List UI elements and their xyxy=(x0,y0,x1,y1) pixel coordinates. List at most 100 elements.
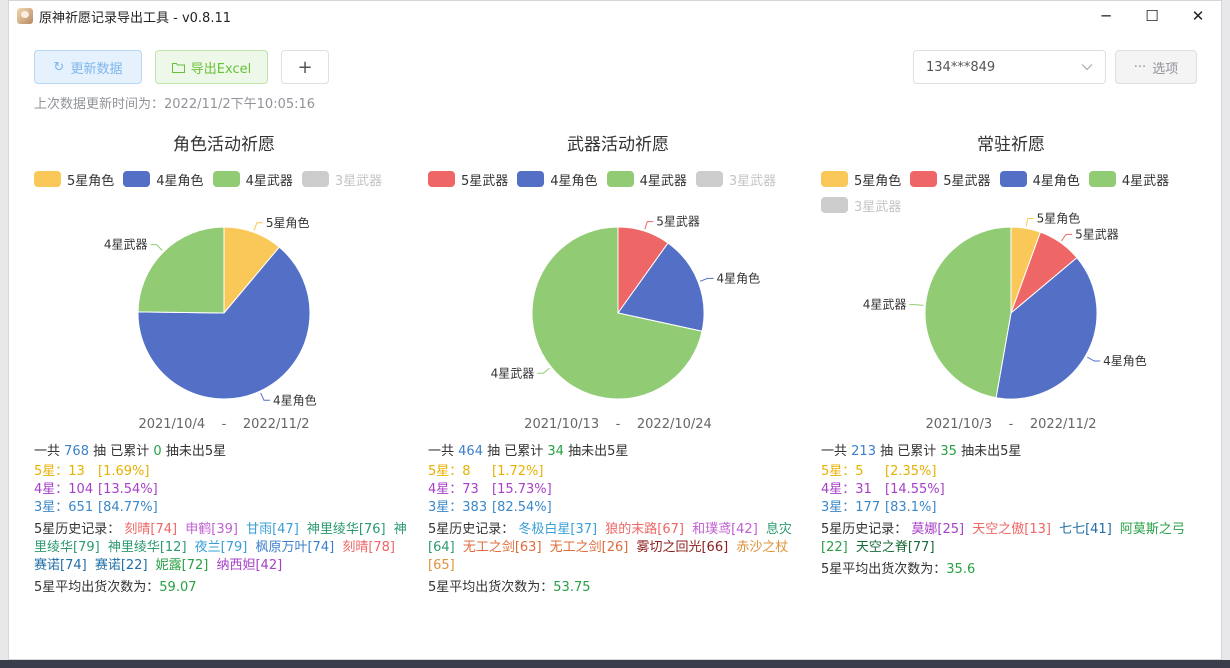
label-line xyxy=(644,221,654,230)
star3-pct: [84.77%] xyxy=(98,500,158,515)
legend-item[interactable]: 4星角色 xyxy=(999,170,1080,189)
history-entry: 无工之剑[26] xyxy=(549,540,629,555)
label-line xyxy=(1086,356,1101,362)
legend-label: 4星武器 xyxy=(639,173,687,189)
legend-item[interactable]: 4星武器 xyxy=(1088,170,1169,189)
history-entry: 甘雨[47] xyxy=(246,522,299,537)
date-range: 2021/10/3 - 2022/11/2 xyxy=(821,417,1201,432)
history-entry: 纳西妲[42] xyxy=(216,558,283,573)
star5-pct: [1.72%] xyxy=(492,464,544,479)
legend-swatch xyxy=(517,171,545,187)
legend-item[interactable]: 4星武器 xyxy=(212,170,293,189)
slice-label: 4星武器 xyxy=(863,298,907,312)
export-excel-button[interactable]: 导出Excel xyxy=(155,50,268,84)
legend-swatch xyxy=(999,171,1027,187)
history-entry: 神里绫华[12] xyxy=(107,540,187,555)
window-controls: ─ ☐ ✕ xyxy=(1083,1,1221,31)
average-value: 35.6 xyxy=(946,562,976,577)
more-icon: ··· xyxy=(1133,59,1147,75)
legend-item[interactable]: 3星武器 xyxy=(301,170,382,189)
panel-weapon-event: 武器活动祈愿 5星武器 4星角色 4星武器 3星武器 5星武器 4星角色 4星武器 202… xyxy=(428,126,808,596)
history-entry: 申鹤[39] xyxy=(185,522,238,537)
legend-swatch xyxy=(695,171,723,187)
star4-count: 4星：31 xyxy=(821,482,872,497)
pie-chart: 5星武器 4星角色 4星武器 xyxy=(491,215,761,400)
history-entry: 莫娜[25] xyxy=(911,522,965,537)
minimize-button[interactable]: ─ xyxy=(1083,1,1129,31)
label-line xyxy=(699,277,714,282)
stats: 一共 464 抽 已累计 34 抽未出5星 5星：8 [1.72%] 4星：73 [… xyxy=(428,443,810,597)
star5-pct: [1.69%] xyxy=(98,464,150,479)
chevron-down-icon xyxy=(1081,64,1093,71)
pie-slice[interactable] xyxy=(137,226,225,314)
pie-slice[interactable] xyxy=(924,226,1012,399)
panel-title: 常驻祈愿 xyxy=(977,135,1045,155)
legend-label: 5星武器 xyxy=(943,173,991,189)
star4-count: 4星：73 xyxy=(428,482,479,497)
history-entry: 夜兰[79] xyxy=(194,540,248,555)
legend-item[interactable]: 4星角色 xyxy=(517,170,598,189)
history-entry: 和璞鸢[42] xyxy=(692,522,758,537)
total-mid: 抽 已累计 xyxy=(93,444,150,459)
history-list: 5星历史记录： 冬极白星[37] 狼的末路[67] 和璞鸢[42] 息灾[64]… xyxy=(428,521,810,575)
star5-line: 5星：5 [2.35%] xyxy=(821,463,1203,481)
legend-item[interactable]: 5星角色 xyxy=(34,170,115,189)
slice-label: 5星角色 xyxy=(266,216,310,230)
slice-label: 4星角色 xyxy=(273,393,317,406)
label-line xyxy=(537,367,550,374)
desktop-background-right xyxy=(1222,0,1230,668)
legend-item[interactable]: 5星武器 xyxy=(428,170,508,189)
legend-item[interactable]: 3星武器 xyxy=(695,170,776,189)
app-window: 原神祈愿记录导出工具 - v0.8.11 ─ ☐ ✕ ↻ 更新数据 导出Exce… xyxy=(8,0,1222,660)
history-entry: 天空之傲[13] xyxy=(972,522,1051,537)
star5-line: 5星：13 [1.69%] xyxy=(34,463,416,481)
total-line: 一共 768 抽 已累计 0 抽未出5星 xyxy=(34,443,416,461)
star5-count: 5星：5 xyxy=(821,464,864,479)
star5-count: 5星：8 xyxy=(428,464,471,479)
date-range: 2021/10/4 - 2022/11/2 xyxy=(34,417,414,432)
label-line xyxy=(253,222,263,231)
total-mid: 抽 已累计 xyxy=(880,444,937,459)
maximize-button[interactable]: ☐ xyxy=(1129,1,1175,31)
star5-count: 5星：13 xyxy=(34,464,85,479)
legend-label: 5星角色 xyxy=(67,173,115,189)
label-line xyxy=(1061,233,1073,242)
history-entry: 雾切之回光[66] xyxy=(636,540,729,555)
star4-line: 4星：104 [13.54%] xyxy=(34,481,416,499)
star3-count: 3星：383 xyxy=(428,500,488,515)
date-separator: - xyxy=(615,417,621,432)
legend-item[interactable]: 5星武器 xyxy=(910,170,991,189)
account-select[interactable]: 134***849 xyxy=(913,50,1106,84)
label-line xyxy=(150,244,163,251)
legend-item[interactable]: 5星角色 xyxy=(821,170,901,189)
pie-chart: 5星角色 5星武器 4星角色 4星武器 xyxy=(863,211,1147,400)
panel-standard: 常驻祈愿 5星角色 5星武器 4星角色 4星武器 3星武器 5星角色 5星武器 4星角色 4星… xyxy=(821,126,1201,596)
date-start: 2021/10/3 xyxy=(925,417,993,432)
legend-item[interactable]: 4星角色 xyxy=(123,170,204,189)
legend-label: 4星角色 xyxy=(1032,173,1080,189)
star5-line: 5星：8 [1.72%] xyxy=(428,463,810,481)
history-entry: 妮露[72] xyxy=(155,558,209,573)
total-prefix: 一共 xyxy=(821,444,848,459)
add-account-button[interactable]: + xyxy=(281,50,329,84)
options-button[interactable]: ··· 选项 xyxy=(1115,50,1197,84)
stats: 一共 213 抽 已累计 35 抽未出5星 5星：5 [2.35%] 4星：31 [… xyxy=(821,443,1203,579)
star3-line: 3星：383 [82.54%] xyxy=(428,499,810,517)
date-start: 2021/10/13 xyxy=(524,417,600,432)
last-update-time: 上次数据更新时间为：2022/11/2下午10:05:16 xyxy=(34,97,316,112)
history-label: 5星历史记录： xyxy=(34,522,121,537)
slice-label: 4星角色 xyxy=(717,271,761,285)
close-button[interactable]: ✕ xyxy=(1175,1,1221,31)
total-line: 一共 213 抽 已累计 35 抽未出5星 xyxy=(821,443,1203,461)
slice-label: 5星角色 xyxy=(1037,211,1081,225)
total-count: 768 xyxy=(64,444,89,459)
slice-label: 4星角色 xyxy=(1103,354,1147,368)
title-bar[interactable]: 原神祈愿记录导出工具 - v0.8.11 ─ ☐ ✕ xyxy=(9,1,1221,31)
legend-swatch xyxy=(34,171,61,187)
legend-item[interactable]: 4星武器 xyxy=(606,170,687,189)
legend-swatch xyxy=(910,171,938,187)
refresh-button[interactable]: ↻ 更新数据 xyxy=(34,50,142,84)
average-value: 53.75 xyxy=(553,580,591,595)
history-entry: 刻晴[78] xyxy=(342,540,395,555)
history-list: 5星历史记录： 刻晴[74] 申鹤[39] 甘雨[47] 神里绫华[76] 神里… xyxy=(34,521,416,575)
